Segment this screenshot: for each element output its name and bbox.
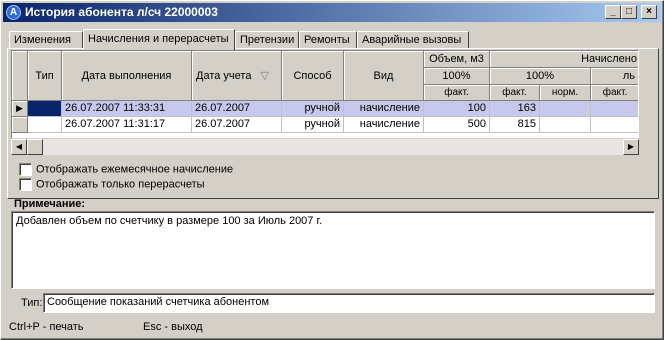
status-print-hint: Ctrl+P - печать — [9, 321, 84, 333]
row-indicator-icon — [12, 117, 28, 133]
header-charged-pct: 100% — [490, 68, 591, 85]
cell-charged-fact[interactable]: 163 — [490, 101, 540, 117]
header-volume-fact[interactable]: факт. — [424, 85, 490, 101]
note-label: Примечание: — [14, 198, 86, 210]
cell-method[interactable]: ручной — [282, 101, 344, 117]
scroll-left-icon[interactable]: ◀ — [11, 139, 27, 155]
checkbox-box[interactable] — [19, 163, 32, 176]
tab-emergency[interactable]: Аварийные вызовы — [357, 31, 469, 49]
status-exit-hint: Esc - выход — [143, 321, 203, 333]
cell-method[interactable]: ручной — [282, 117, 344, 133]
charges-grid[interactable]: Тип Дата выполнения Дата учета ▽ Способ … — [11, 50, 639, 144]
cell-charged-fact[interactable]: 815 — [490, 117, 540, 133]
cell-exec-date[interactable]: 26.07.2007 11:31:17 — [62, 117, 192, 133]
checkbox-box[interactable] — [19, 178, 32, 191]
header-charged[interactable]: Начислено — [490, 51, 638, 68]
cell-volume-fact[interactable]: 500 — [424, 117, 490, 133]
cell-tip[interactable] — [28, 101, 62, 117]
cell-charged-norm[interactable] — [540, 101, 591, 117]
header-account-date[interactable]: Дата учета ▽ — [192, 51, 282, 101]
minimize-button[interactable]: _ — [605, 5, 621, 19]
type-label: Тип: — [21, 297, 43, 309]
table-row[interactable]: ▶ 26.07.2007 11:33:31 26.07.2007 ручной … — [12, 101, 638, 117]
tab-claims[interactable]: Претензии — [235, 31, 299, 49]
header-volume[interactable]: Объем, м3 — [424, 51, 490, 68]
cell-volume-fact[interactable]: 100 — [424, 101, 490, 117]
monthly-charge-checkbox[interactable]: Отображать ежемесячное начисление — [19, 163, 233, 177]
header-kind[interactable]: Вид — [344, 51, 424, 101]
type-field[interactable]: Сообщение показаний счетчика абонентом — [43, 293, 655, 313]
sort-descending-icon: ▽ — [260, 70, 269, 82]
scroll-right-icon[interactable]: ▶ — [623, 139, 639, 155]
recalc-only-label: Отображать только перерасчеты — [36, 178, 205, 191]
header-account-date-label: Дата учета — [196, 70, 252, 82]
table-row[interactable]: 26.07.2007 11:31:17 26.07.2007 ручной на… — [12, 117, 638, 133]
window-title: История абонента л/сч 22000003 — [25, 5, 218, 19]
header-benefit: ль — [591, 68, 638, 85]
cell-exec-date[interactable]: 26.07.2007 11:33:31 — [62, 101, 192, 117]
header-indicator — [12, 51, 28, 101]
header-benefit-fact[interactable]: факт. — [591, 85, 638, 101]
row-indicator-icon: ▶ — [12, 101, 28, 117]
status-bar: Ctrl+P - печать Esc - выход — [9, 321, 659, 335]
cell-benefit-fact[interactable] — [591, 101, 638, 117]
recalc-only-checkbox[interactable]: Отображать только перерасчеты — [19, 178, 205, 192]
tab-charges[interactable]: Начисления и перерасчеты — [83, 29, 235, 50]
tab-changes[interactable]: Изменения — [9, 31, 83, 49]
cell-benefit-fact[interactable] — [591, 117, 638, 133]
header-tip[interactable]: Тип — [28, 51, 62, 101]
header-method[interactable]: Способ — [282, 51, 344, 101]
header-volume-pct: 100% — [424, 68, 490, 85]
cell-tip[interactable] — [28, 117, 62, 133]
note-textarea[interactable]: Добавлен объем по счетчику в размере 100… — [11, 211, 655, 289]
cell-charged-norm[interactable] — [540, 117, 591, 133]
header-charged-norm[interactable]: норм. — [540, 85, 591, 101]
cell-account-date[interactable]: 26.07.2007 — [192, 101, 282, 117]
grid-horizontal-scrollbar[interactable]: ◀ ▶ — [11, 138, 639, 155]
close-button[interactable]: × — [641, 5, 657, 19]
app-icon: A — [6, 5, 21, 20]
header-charged-fact[interactable]: факт. — [490, 85, 540, 101]
maximize-button[interactable]: □ — [621, 5, 637, 19]
tab-repairs[interactable]: Ремонты — [299, 31, 357, 49]
title-bar[interactable]: A История абонента л/сч 22000003 _ □ × — [3, 3, 661, 22]
monthly-charge-label: Отображать ежемесячное начисление — [36, 163, 234, 176]
scroll-thumb[interactable] — [27, 139, 43, 155]
history-window: A История абонента л/сч 22000003 _ □ × И… — [0, 0, 664, 340]
cell-kind[interactable]: начисление — [344, 101, 424, 117]
cell-kind[interactable]: начисление — [344, 117, 424, 133]
header-exec-date[interactable]: Дата выполнения — [62, 51, 192, 101]
cell-account-date[interactable]: 26.07.2007 — [192, 117, 282, 133]
